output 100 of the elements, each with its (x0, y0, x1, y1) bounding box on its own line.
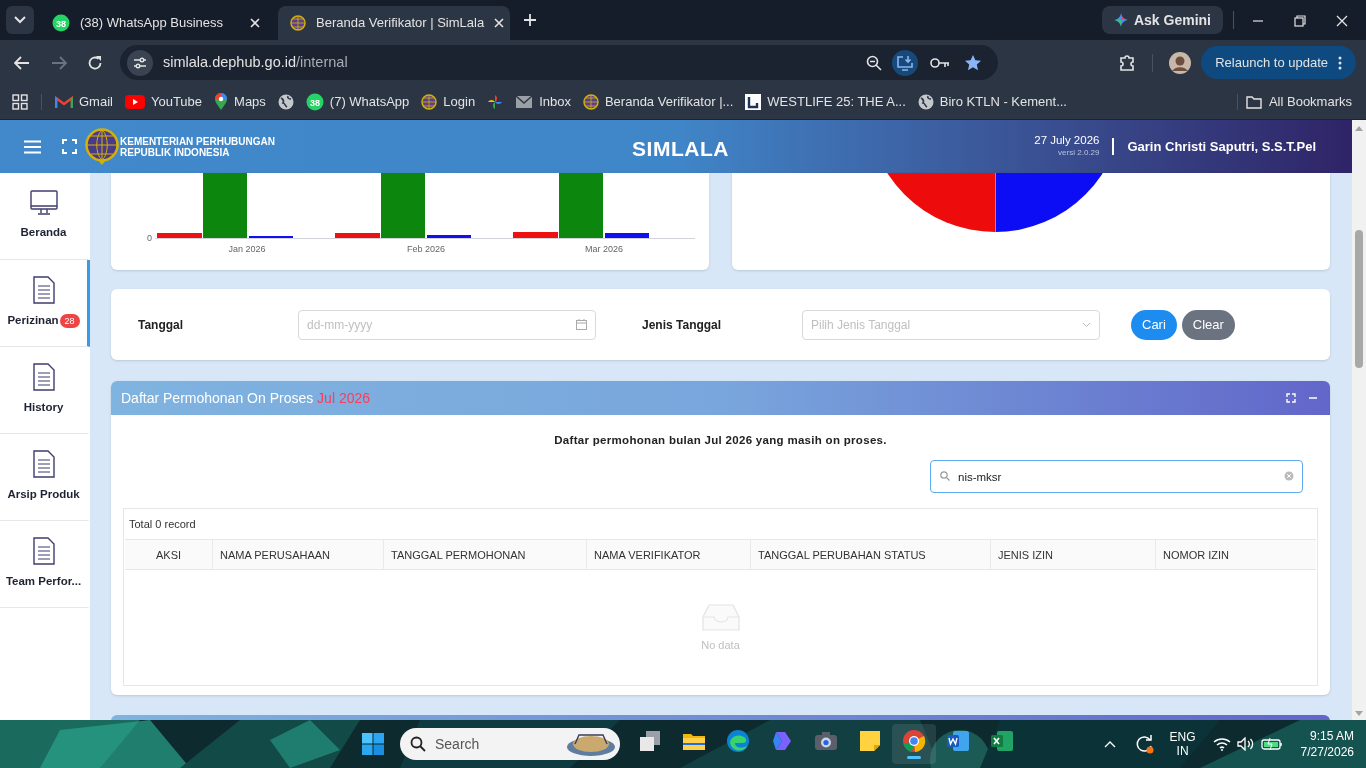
reload-icon[interactable] (87, 54, 103, 71)
chevron-down-icon (1082, 321, 1091, 328)
sidebar-item[interactable]: History (0, 347, 90, 434)
tab-title: (38) WhatsApp Business (80, 14, 225, 33)
current-date: 27 July 2026 (1034, 134, 1100, 146)
close-icon[interactable] (494, 18, 505, 28)
ministry-emblem-icon (85, 127, 119, 166)
globe-emblem-icon (582, 94, 599, 110)
sidebar-item[interactable]: Team Perfor... (0, 521, 90, 608)
camera-icon (814, 729, 838, 753)
forward-icon (51, 55, 67, 70)
document-icon (32, 450, 55, 479)
monitor-download-icon (897, 54, 914, 71)
sidebar-item[interactable]: Perizinan 28 (0, 260, 90, 347)
tab-search-button[interactable] (6, 6, 34, 34)
column-header: TANGGAL PERUBAHAN STATUS (750, 540, 990, 570)
filter-label: Jenis Tanggal (642, 316, 723, 334)
bookmark-item[interactable]: Biro KTLN - Kement... (911, 88, 1073, 116)
key-icon[interactable] (930, 56, 951, 69)
fullscreen-icon[interactable] (62, 139, 77, 154)
bookmark-item[interactable]: YouTube (118, 88, 209, 116)
browser-tab[interactable]: 38 (38) WhatsApp Business (40, 6, 272, 40)
zoom-icon[interactable] (866, 54, 883, 71)
column-header: NAMA VERIFIKATOR (586, 540, 750, 570)
search-field[interactable]: Search (400, 728, 620, 760)
install-app-button[interactable] (892, 49, 919, 76)
scrollbar[interactable] (1352, 120, 1366, 720)
play-icon (124, 95, 145, 109)
sliders-icon (133, 56, 147, 69)
all-bookmarks-button[interactable]: All Bookmarks (1245, 92, 1352, 112)
empty-inbox-icon (701, 602, 740, 631)
address-bar[interactable]: simlala.dephub.go.id/internal (120, 45, 999, 80)
column-header: TANGGAL PERMOHONAN (383, 540, 586, 570)
site-info-button[interactable] (127, 49, 153, 76)
sidebar-item[interactable]: Arsip Produk (0, 434, 90, 521)
extensions-icon[interactable] (1118, 53, 1137, 72)
chevron-up-icon[interactable] (1103, 740, 1116, 748)
monitor-icon (29, 190, 58, 217)
bar (605, 233, 649, 238)
copilot-icon (770, 729, 794, 753)
edge-icon (726, 729, 750, 753)
bookmark-item[interactable]: Login (415, 88, 482, 116)
globe-icon (277, 94, 294, 110)
bookmark-item[interactable]: WESTLIFE 25: THE A... (739, 88, 912, 116)
close-icon[interactable] (250, 18, 260, 28)
close-icon[interactable] (1336, 15, 1348, 27)
excel-icon (990, 729, 1014, 753)
clear-input-icon[interactable] (1284, 471, 1294, 482)
scrollbar-thumb[interactable] (1355, 230, 1363, 368)
chat-badge-icon: 38 (305, 93, 324, 111)
sidebar-item[interactable]: Beranda (0, 173, 90, 260)
filter-label: Tanggal (138, 316, 185, 334)
wifi-icon[interactable] (1212, 737, 1231, 751)
panel-title: Daftar Permohonan On Proses Jul 2026 (121, 388, 371, 408)
square-logo-icon (745, 94, 762, 110)
back-icon[interactable] (14, 55, 30, 70)
map-pin-icon (214, 93, 229, 111)
profile-avatar[interactable] (1169, 51, 1192, 74)
date-field[interactable]: dd-mm-yyyy (298, 309, 596, 340)
bookmark-item[interactable]: Maps (208, 88, 272, 116)
column-header: AKSI (154, 547, 183, 563)
bookmark-item[interactable]: Inbox (509, 88, 577, 116)
restore-icon[interactable] (1294, 15, 1306, 27)
search-field[interactable]: nis-mksr (930, 460, 1303, 494)
document-icon (32, 363, 55, 392)
globe-emblem-icon (290, 15, 306, 31)
sticky-note-icon (858, 729, 882, 753)
bookmark-item[interactable]: Beranda Verifikator |... (576, 88, 740, 116)
sparkle-icon (1113, 13, 1128, 27)
axis-label: Jan 2026 (227, 243, 267, 256)
axis-label: Mar 2026 (584, 243, 624, 256)
language-indicator[interactable]: ENG IN (1169, 730, 1196, 758)
document-icon (32, 537, 55, 566)
apps-grid-icon[interactable] (12, 94, 28, 110)
ask-gemini-button[interactable]: Ask Gemini (1101, 6, 1223, 34)
search-icon (410, 736, 426, 752)
taskbar-app[interactable] (892, 724, 936, 764)
bookmark-item[interactable]: Gmail (49, 88, 119, 116)
browser-tab[interactable]: Beranda Verifikator | SimLala (278, 6, 510, 40)
globe-emblem-icon (421, 94, 438, 110)
chat-badge-icon: 38 (52, 14, 70, 32)
volume-icon[interactable] (1236, 737, 1255, 751)
search-icon (940, 471, 950, 482)
url-text: simlala.dephub.go.id/internal (163, 52, 349, 72)
globe-icon (917, 94, 934, 110)
expand-icon[interactable] (1286, 393, 1296, 403)
battery-icon[interactable] (1260, 737, 1283, 751)
relaunch-button[interactable]: Relaunch to update (1201, 46, 1356, 79)
axis-label: Feb 2026 (406, 243, 446, 256)
windows-start-icon[interactable] (361, 732, 385, 756)
record-count: Total 0 record (128, 517, 197, 532)
empty-message: No data (701, 637, 740, 653)
star-icon[interactable] (964, 53, 983, 72)
column-header: NOMOR IZIN (1155, 540, 1316, 570)
bookmark-item[interactable]: 38 (7) WhatsApp (299, 88, 416, 116)
mail-m-icon (55, 95, 73, 109)
new-tab-icon[interactable] (523, 13, 537, 27)
bar (427, 235, 471, 238)
clear-button[interactable]: Clear (1181, 309, 1235, 340)
menu-icon[interactable] (24, 139, 41, 154)
